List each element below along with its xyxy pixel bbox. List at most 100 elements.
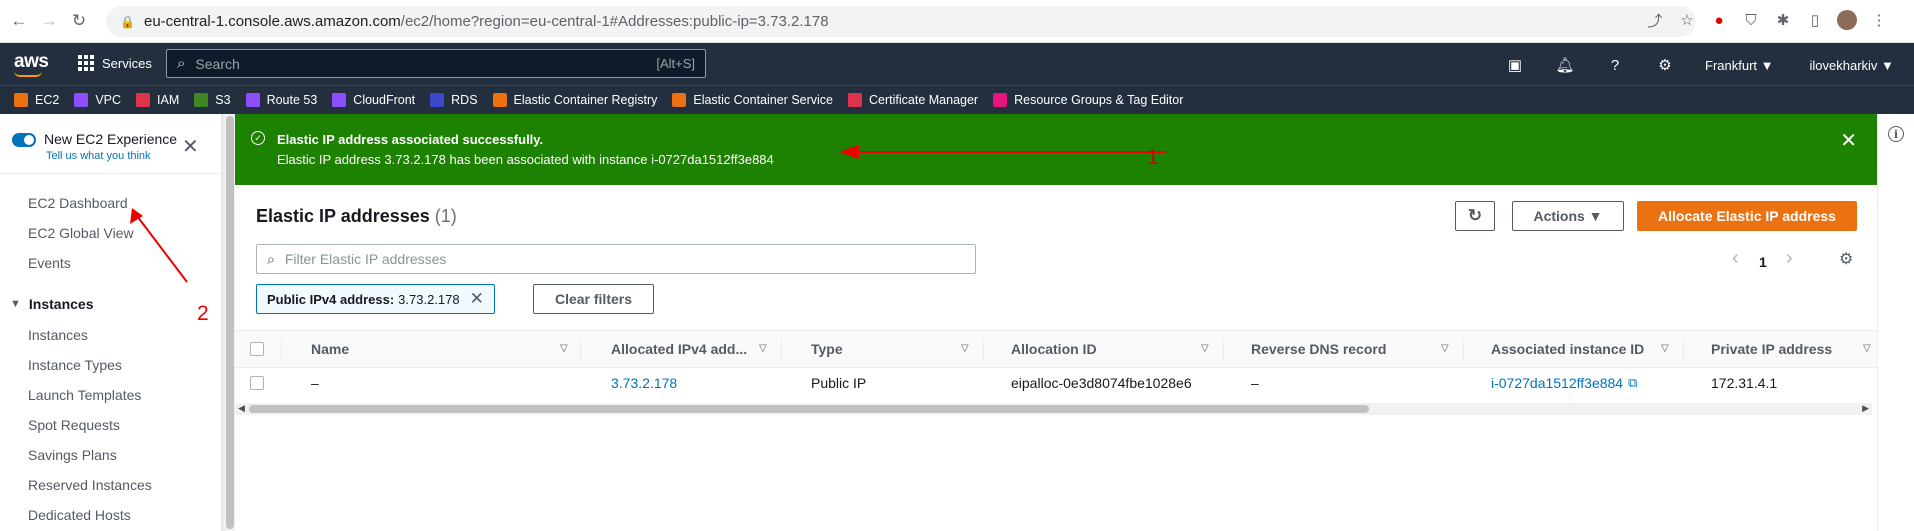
sidebar-item-savings-plans[interactable]: Savings Plans — [28, 447, 117, 463]
sidebar-section-instances[interactable]: ▼ Instances — [10, 296, 93, 312]
sidebar-scrollbar[interactable] — [222, 114, 235, 531]
close-icon[interactable]: ✕ — [1840, 128, 1857, 153]
scrollbar-thumb[interactable] — [249, 405, 1369, 413]
cell-associated-instance[interactable]: i-0727da1512ff3e884 ⧉ — [1491, 368, 1637, 398]
opera-icon[interactable]: ● — [1709, 10, 1729, 30]
sort-icon[interactable]: ▽ — [1201, 343, 1209, 354]
col-private-ip[interactable]: Private IP address — [1711, 331, 1832, 367]
sort-icon[interactable]: ▽ — [759, 343, 767, 354]
page-title: Elastic IP addresses (1) — [256, 206, 457, 227]
favorite-cloudfront[interactable]: CloudFront — [332, 93, 415, 107]
annotation-label-2: 2 — [197, 302, 209, 325]
info-icon[interactable]: i — [1888, 126, 1904, 142]
favorite-s3[interactable]: S3 — [194, 93, 231, 107]
favorite-route-53[interactable]: Route 53 — [245, 93, 317, 107]
sort-icon[interactable]: ▽ — [560, 343, 568, 354]
shield-ext-icon[interactable]: ⛉ — [1741, 10, 1761, 30]
clear-filters-button[interactable]: Clear filters — [533, 284, 654, 314]
menu-dots-icon[interactable]: ⋮ — [1869, 10, 1889, 30]
star-icon[interactable]: ☆ — [1677, 10, 1697, 30]
sidebar-item-instances[interactable]: Instances — [28, 327, 88, 343]
new-experience-toggle[interactable]: New EC2 Experience Tell us what you thin… — [12, 131, 177, 162]
scroll-left-icon[interactable]: ◀ — [238, 403, 245, 414]
favorite-rds[interactable]: RDS — [430, 93, 478, 107]
select-all-checkbox[interactable] — [250, 331, 264, 367]
favorite-elastic-container-service[interactable]: Elastic Container Service — [672, 93, 833, 107]
sidebar-item-events[interactable]: Events — [28, 255, 71, 271]
scroll-right-icon[interactable]: ▶ — [1862, 403, 1869, 414]
col-separator — [781, 339, 782, 361]
favorite-ec2[interactable]: EC2 — [14, 93, 59, 107]
col-allocated-ipv4[interactable]: Allocated IPv4 add... — [611, 331, 747, 367]
sidepanel-icon[interactable]: ▯ — [1805, 10, 1825, 30]
forward-icon[interactable]: → — [38, 10, 60, 32]
sort-icon[interactable]: ▽ — [1441, 343, 1449, 354]
col-separator — [1683, 339, 1684, 361]
new-experience-title: New EC2 Experience — [44, 131, 178, 147]
help-icon[interactable]: ? — [1605, 55, 1625, 75]
page-number[interactable]: 1 — [1759, 254, 1767, 270]
cell-allocated-ipv4[interactable]: 3.73.2.178 — [611, 368, 677, 398]
share-icon[interactable]: ⤴ — [1645, 10, 1665, 30]
favorite-resource-groups-tag-editor[interactable]: Resource Groups & Tag Editor — [993, 93, 1183, 107]
prev-page-icon[interactable]: ‹ — [1732, 247, 1739, 270]
sidebar-item-reserved-instances[interactable]: Reserved Instances — [28, 477, 152, 493]
account-menu[interactable]: ilovekharkiv ▼ — [1810, 58, 1894, 73]
service-icon — [492, 93, 507, 107]
col-allocation-id[interactable]: Allocation ID — [1011, 331, 1097, 367]
feedback-link[interactable]: Tell us what you think — [46, 150, 177, 162]
favorite-elastic-container-registry[interactable]: Elastic Container Registry — [492, 93, 657, 107]
favorite-certificate-manager[interactable]: Certificate Manager — [848, 93, 978, 107]
service-icon — [430, 93, 445, 107]
favorite-iam[interactable]: IAM — [136, 93, 179, 107]
bell-icon[interactable]: 🔔︎ — [1555, 55, 1575, 75]
remove-token-icon[interactable]: ✕ — [470, 289, 484, 309]
services-label: Services — [102, 55, 152, 71]
col-type[interactable]: Type — [811, 331, 843, 367]
col-separator — [281, 339, 282, 361]
sidebar-item-global-view[interactable]: EC2 Global View — [28, 225, 134, 241]
sidebar-item-spot-requests[interactable]: Spot Requests — [28, 417, 120, 433]
reload-icon[interactable]: ↻ — [68, 10, 90, 32]
next-page-icon[interactable]: › — [1786, 247, 1793, 270]
aws-logo[interactable]: aws — [14, 51, 49, 77]
aws-logo-text: aws — [14, 51, 49, 72]
cloudshell-icon[interactable]: ▣ — [1505, 55, 1525, 75]
favorite-label: IAM — [157, 93, 180, 107]
gear-icon[interactable]: ⚙ — [1655, 55, 1675, 75]
allocate-elastic-ip-button[interactable]: Allocate Elastic IP address — [1637, 201, 1857, 231]
puzzle-icon[interactable]: ✱ — [1773, 10, 1793, 30]
sidebar-item-dedicated-hosts[interactable]: Dedicated Hosts — [28, 507, 131, 523]
annotation-label-1: 1 — [1147, 146, 1159, 169]
gear-icon[interactable]: ⚙ — [1839, 249, 1853, 269]
favorite-vpc[interactable]: VPC — [74, 93, 121, 107]
sort-icon[interactable]: ▽ — [1661, 343, 1669, 354]
aws-smile-icon — [14, 71, 42, 77]
filter-input[interactable]: ⌕ Filter Elastic IP addresses — [256, 244, 976, 274]
actions-button[interactable]: Actions ▼ — [1512, 201, 1624, 231]
table-horizontal-scrollbar[interactable]: ◀ ▶ — [235, 403, 1872, 415]
sort-icon[interactable]: ▽ — [1863, 343, 1871, 354]
col-associated-instance[interactable]: Associated instance ID — [1491, 331, 1644, 367]
profile-avatar[interactable] — [1837, 10, 1857, 30]
address-bar[interactable]: 🔒 eu-central-1.console.aws.amazon.com/ec… — [106, 6, 1696, 37]
sidebar-item-instance-types[interactable]: Instance Types — [28, 357, 122, 373]
instance-link[interactable]: i-0727da1512ff3e884 — [1491, 375, 1623, 391]
refresh-button[interactable]: ↻ — [1455, 201, 1495, 231]
region-selector[interactable]: Frankfurt ▼ — [1705, 58, 1774, 73]
services-menu[interactable]: Services — [78, 55, 152, 71]
annotation-arrow-1 — [839, 145, 1165, 159]
back-icon[interactable]: ← — [8, 10, 30, 32]
browser-actions: ⤴ ☆ ● ⛉ ✱ ▯ ⋮ — [1645, 10, 1889, 30]
table-row[interactable]: – 3.73.2.178 Public IP eipalloc-0e3d8074… — [235, 368, 1877, 398]
sidebar-item-launch-templates[interactable]: Launch Templates — [28, 387, 141, 403]
sort-icon[interactable]: ▽ — [961, 343, 969, 354]
row-checkbox[interactable] — [250, 368, 264, 398]
search-input[interactable]: ⌕ Search [Alt+S] — [166, 49, 706, 78]
col-reverse-dns[interactable]: Reverse DNS record — [1251, 331, 1386, 367]
sidebar-item-ec2-dashboard[interactable]: EC2 Dashboard — [28, 195, 128, 211]
col-name[interactable]: Name — [311, 331, 349, 367]
scrollbar-thumb[interactable] — [226, 116, 234, 529]
toggle-switch[interactable] — [12, 133, 36, 147]
close-icon[interactable]: ✕ — [182, 134, 199, 159]
